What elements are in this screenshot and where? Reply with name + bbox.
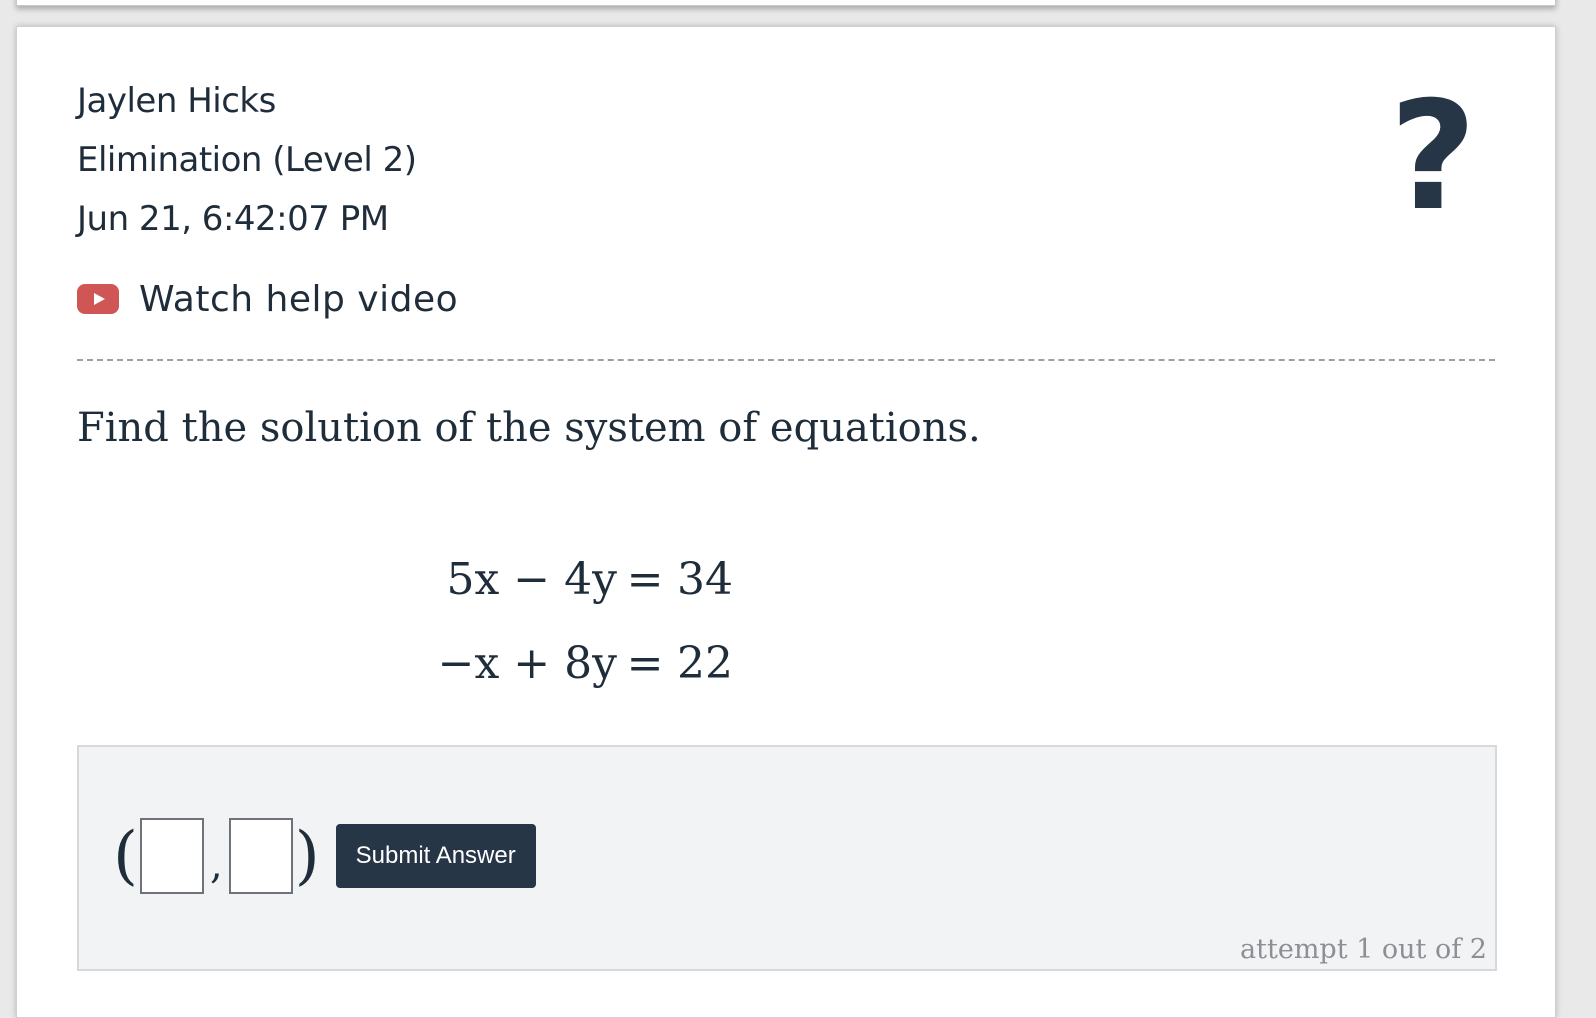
question-card: Jaylen Hicks Elimination (Level 2) Jun 2… bbox=[16, 26, 1556, 1018]
answer-row: ( , ) Submit Answer bbox=[113, 815, 536, 897]
youtube-play-icon bbox=[77, 284, 119, 314]
equation-left-side: −x + 8y bbox=[437, 637, 617, 689]
close-paren: ) bbox=[294, 819, 320, 893]
y-answer-input[interactable] bbox=[228, 818, 293, 894]
equation-right-side: 22 bbox=[677, 637, 733, 689]
dashed-divider bbox=[77, 359, 1495, 361]
equation-right-side: 34 bbox=[677, 553, 733, 605]
timestamp: Jun 21, 6:42:07 PM bbox=[77, 199, 389, 239]
question-mark-icon[interactable]: ? bbox=[1385, 82, 1481, 232]
equals-sign: = bbox=[626, 553, 664, 605]
student-name: Jaylen Hicks bbox=[77, 81, 276, 121]
attempt-counter: attempt 1 out of 2 bbox=[1240, 934, 1487, 965]
previous-card-edge bbox=[16, 0, 1556, 6]
equals-sign: = bbox=[626, 637, 664, 689]
open-paren: ( bbox=[113, 819, 138, 893]
submit-answer-button[interactable]: Submit Answer bbox=[335, 824, 536, 888]
question-prompt: Find the solution of the system of equat… bbox=[77, 405, 981, 451]
equation-left-side: 5x − 4y bbox=[446, 553, 618, 605]
equation-system: 5x − 4y = 34 −x + 8y = 22 bbox=[417, 537, 757, 705]
assignment-title: Elimination (Level 2) bbox=[77, 140, 417, 180]
equation-row: 5x − 4y = 34 bbox=[417, 537, 757, 621]
watch-help-video-label: Watch help video bbox=[139, 278, 459, 320]
comma: , bbox=[209, 842, 223, 888]
x-answer-input[interactable] bbox=[139, 818, 204, 894]
equation-row: −x + 8y = 22 bbox=[417, 621, 757, 705]
answer-area: ( , ) Submit Answer attempt 1 out of 2 bbox=[77, 745, 1497, 971]
watch-help-video-link[interactable]: Watch help video bbox=[77, 275, 458, 323]
